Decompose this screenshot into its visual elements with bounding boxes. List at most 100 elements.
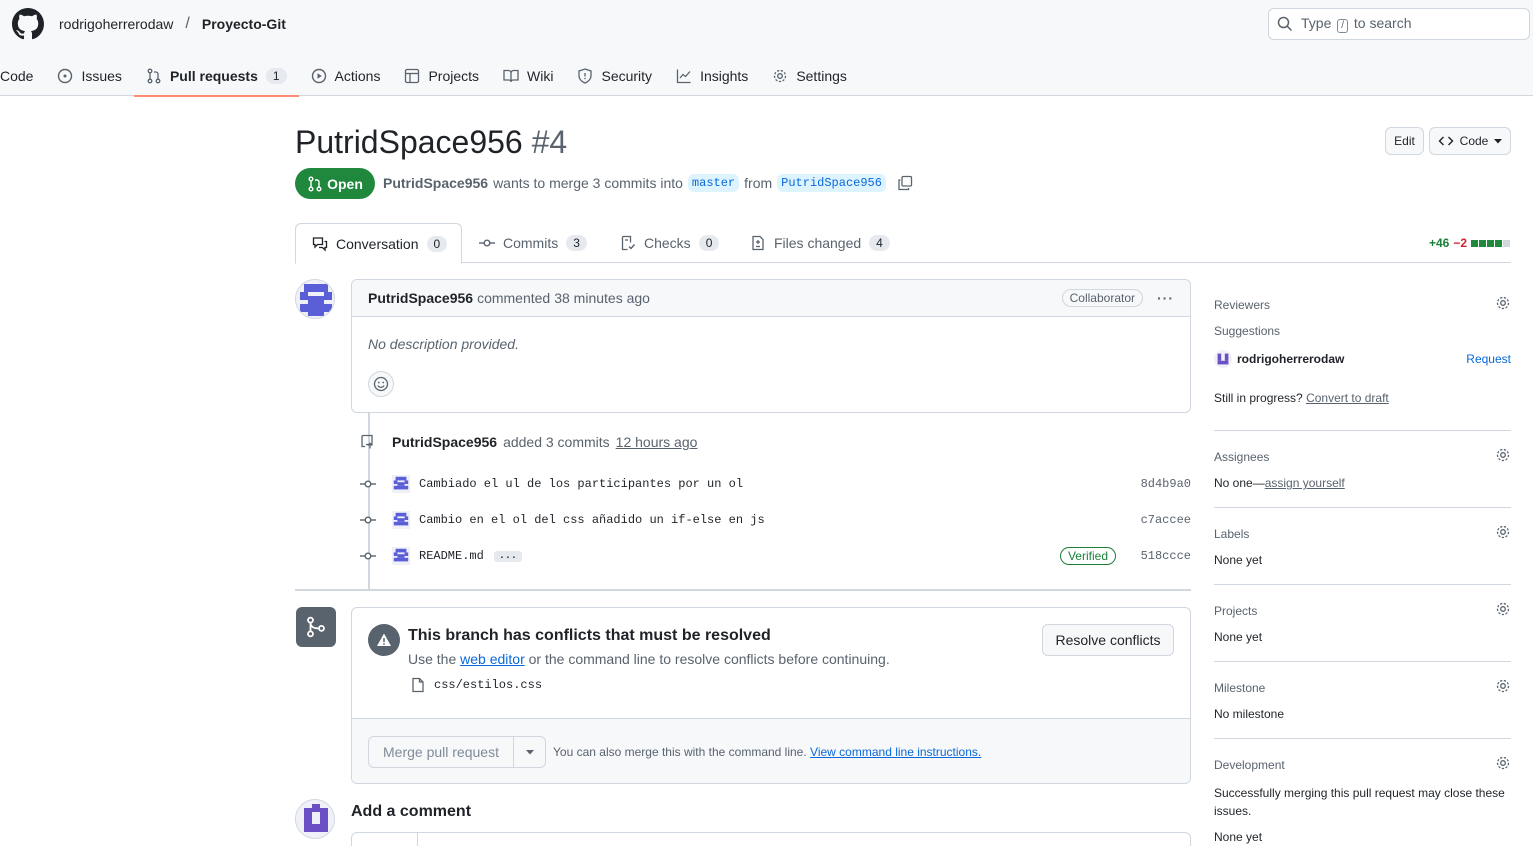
milestone-value: No milestone	[1214, 707, 1285, 721]
projects-value: None yet	[1214, 630, 1263, 644]
tab-files-changed-label: Files changed	[774, 235, 862, 251]
edit-button-label: Edit	[1394, 134, 1415, 148]
file-diff-icon	[752, 235, 764, 251]
verified-badge[interactable]: Verified	[1059, 547, 1116, 565]
pr-title: PutridSpace956	[295, 124, 523, 160]
merge-button-group: Merge pull request	[368, 736, 546, 768]
timeline-commits-event: PutridSpace956 added 3 commits 12 hours …	[360, 434, 697, 450]
conversation-count: 0	[426, 235, 448, 252]
pull-request-icon	[308, 176, 322, 191]
merge-pull-request-button[interactable]: Merge pull request	[369, 737, 514, 767]
merge-conflicts-section: This branch has conflicts that must be r…	[352, 608, 1190, 719]
book-icon	[503, 69, 519, 83]
tab-wiki[interactable]: Wiki	[491, 56, 565, 96]
code-button[interactable]: Code	[1429, 127, 1511, 155]
milestone-heading: Milestone	[1214, 681, 1266, 695]
merge-options-button[interactable]	[514, 737, 545, 767]
resolve-conflicts-button[interactable]: Resolve conflicts	[1042, 624, 1174, 656]
commit-author-avatar[interactable]	[392, 511, 410, 529]
development-text: Successfully merging this pull request m…	[1214, 786, 1505, 818]
tab-security-label: Security	[601, 68, 653, 84]
edit-button[interactable]: Edit	[1385, 127, 1424, 155]
tab-settings[interactable]: Settings	[760, 56, 859, 96]
pr-author-link[interactable]: PutridSpace956	[383, 175, 488, 191]
current-user-avatar[interactable]	[295, 799, 335, 839]
tab-conversation[interactable]: Conversation 0	[295, 223, 462, 264]
write-tab[interactable]	[352, 833, 418, 846]
add-reaction-button[interactable]	[368, 371, 394, 397]
event-time[interactable]: 12 hours ago	[616, 434, 698, 450]
tab-actions-label: Actions	[334, 68, 381, 84]
development-value: None yet	[1214, 830, 1263, 844]
commit-author-avatar[interactable]	[392, 475, 410, 493]
tab-insights[interactable]: Insights	[664, 56, 760, 96]
web-editor-link[interactable]: web editor	[460, 651, 525, 667]
tab-issues[interactable]: Issues	[45, 56, 133, 96]
pr-meta: PutridSpace956 wants to merge 3 commits …	[383, 174, 913, 192]
comment-editor[interactable]	[351, 832, 1191, 846]
gear-icon[interactable]	[1495, 295, 1511, 311]
labels-value: None yet	[1214, 553, 1263, 567]
tab-files-changed[interactable]: Files changed 4	[750, 223, 890, 263]
event-author-link[interactable]: PutridSpace956	[392, 434, 497, 450]
commits-count: 3	[566, 235, 587, 251]
commit-message-link[interactable]: Cambio en el ol del css añadido un if-el…	[419, 513, 765, 527]
tab-checks[interactable]: Checks 0	[620, 223, 720, 263]
gear-icon[interactable]	[1495, 755, 1511, 771]
commit-sha-link[interactable]: 8d4b9a0	[1141, 477, 1191, 491]
commit-sha-link[interactable]: c7accee	[1141, 513, 1191, 527]
command-line-instructions-link[interactable]: View command line instructions.	[810, 745, 981, 759]
file-icon	[412, 677, 424, 693]
comment-author-link[interactable]: PutridSpace956	[368, 290, 473, 306]
comment-discussion-icon	[312, 236, 328, 252]
head-branch[interactable]: PutridSpace956	[777, 174, 886, 192]
gear-icon[interactable]	[1495, 524, 1511, 540]
commit-message-link[interactable]: Cambiado el ul de los participantes por …	[419, 477, 743, 491]
breadcrumb: rodrigoherrerodaw / Proyecto-Git	[59, 15, 286, 33]
conflicts-subtext-pre: Use the	[408, 651, 457, 667]
gear-icon[interactable]	[1495, 447, 1511, 463]
suggestions-label: Suggestions	[1214, 324, 1281, 338]
request-review-button[interactable]: Request	[1466, 352, 1511, 366]
kebab-menu-icon[interactable]: ···	[1157, 290, 1174, 306]
triangle-down-icon	[1494, 139, 1503, 144]
gear-icon[interactable]	[1495, 601, 1511, 617]
sidebar-divider	[1214, 430, 1511, 431]
commit-sha-link[interactable]: 518ccce	[1141, 549, 1191, 563]
resolve-conflicts-label: Resolve conflicts	[1055, 632, 1161, 648]
tab-commits[interactable]: Commits 3	[479, 223, 587, 263]
tab-checks-label: Checks	[644, 235, 691, 251]
commit-author-avatar[interactable]	[392, 547, 410, 565]
tab-pull-requests[interactable]: Pull requests 1	[133, 56, 299, 97]
tab-security[interactable]: Security	[565, 56, 664, 96]
add-comment-heading: Add a comment	[351, 803, 472, 820]
diffstat-block	[1487, 240, 1494, 247]
suggested-reviewer-name[interactable]: rodrigoherrerodaw	[1237, 352, 1344, 366]
gear-icon[interactable]	[1495, 678, 1511, 694]
diffstat-block	[1471, 240, 1478, 247]
expand-commit-button[interactable]: ...	[493, 550, 522, 562]
tab-commits-label: Commits	[503, 235, 559, 251]
repo-owner-link[interactable]: rodrigoherrerodaw	[59, 15, 173, 33]
copy-icon[interactable]	[897, 175, 913, 191]
sidebar-divider	[1214, 507, 1511, 508]
reviewers-heading: Reviewers	[1214, 298, 1271, 312]
pull-requests-count: 1	[265, 68, 287, 84]
repo-name-link[interactable]: Proyecto-Git	[202, 15, 286, 33]
avatar[interactable]	[295, 279, 335, 319]
tab-actions[interactable]: Actions	[299, 56, 393, 96]
assign-yourself-link[interactable]: assign yourself	[1265, 476, 1345, 490]
git-commit-icon	[360, 480, 376, 488]
comment-time[interactable]: 38 minutes ago	[554, 290, 650, 306]
commit-message-link[interactable]: README.md	[419, 549, 484, 563]
search-input[interactable]: Type / to search	[1268, 8, 1530, 40]
tab-code[interactable]: Code	[0, 56, 45, 96]
search-icon	[1277, 16, 1293, 32]
github-logo-icon[interactable]	[12, 8, 44, 40]
convert-to-draft-link[interactable]: Convert to draft	[1306, 391, 1389, 405]
git-commit-icon	[360, 552, 376, 560]
base-branch[interactable]: master	[687, 174, 740, 192]
conflicting-file: css/estilos.css	[410, 677, 542, 693]
tab-projects[interactable]: Projects	[392, 56, 491, 96]
tab-projects-label: Projects	[428, 68, 480, 84]
